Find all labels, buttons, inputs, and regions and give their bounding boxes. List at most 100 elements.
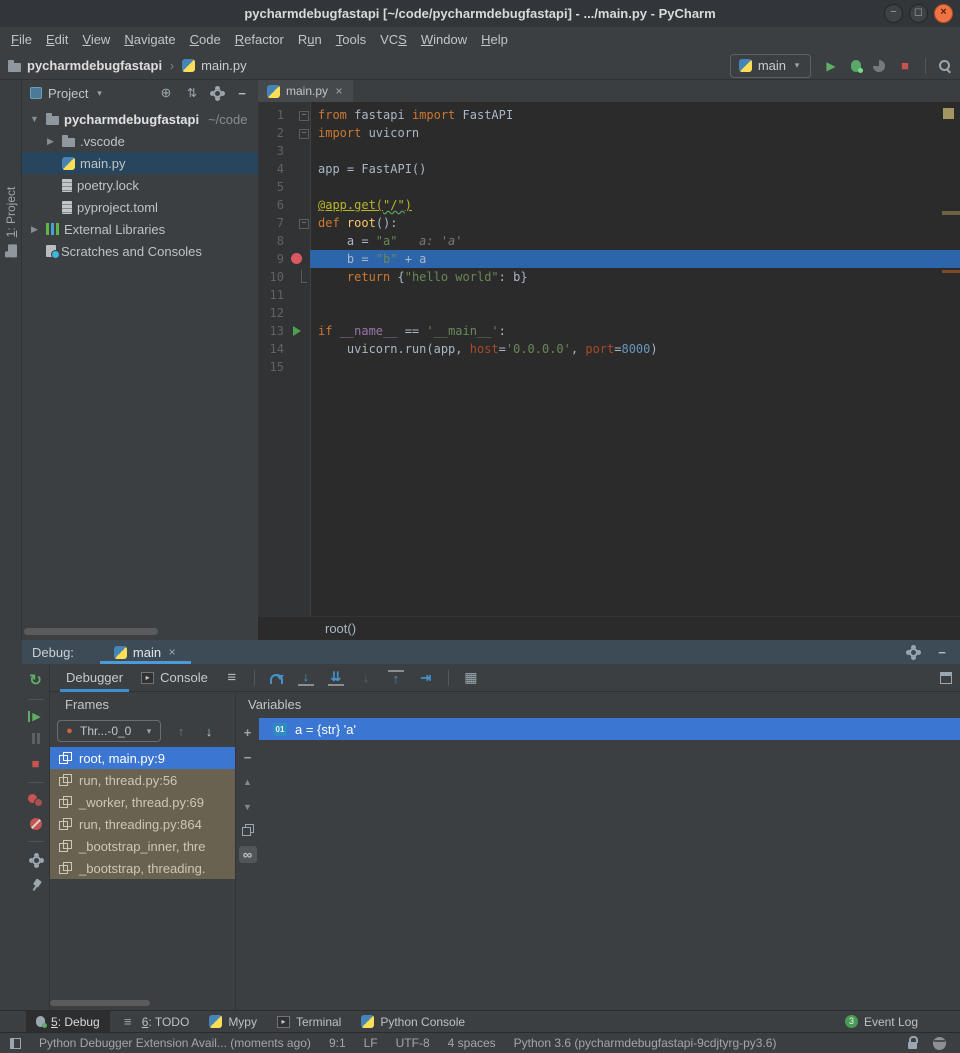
unlock-icon[interactable] [906,1036,918,1050]
remove-icon[interactable]: − [239,749,257,765]
interpreter[interactable]: Python 3.6 (pycharmdebugfastapi-9cdjtyrg… [514,1036,777,1050]
tree-expand-icon[interactable]: ▼ [28,114,41,124]
gutter-line-9[interactable]: 9 [258,250,310,268]
menu-item-edit[interactable]: Edit [39,27,75,52]
settings-icon[interactable] [29,853,43,867]
gutter-line-3[interactable]: 3 [258,142,310,160]
maximize-button[interactable]: ◻ [909,4,928,23]
frame-row[interactable]: run, threading.py:864 [50,813,235,835]
tree-item-external-libraries[interactable]: ▶External Libraries [22,218,258,240]
editor-breadcrumb[interactable]: root() [258,616,960,640]
settings-icon[interactable] [906,645,920,659]
code-line-10[interactable]: 10 return {"hello world": b} [258,268,960,286]
menu-item-vcs[interactable]: VCS [373,27,414,52]
code-line-7[interactable]: 7−def root(): [258,214,960,232]
tool-window-button-mypy[interactable]: Mypy [199,1011,267,1032]
frame-row[interactable]: run, thread.py:56 [50,769,235,791]
code-line-4[interactable]: 4app = FastAPI() [258,160,960,178]
frame-row[interactable]: _bootstrap, threading. [50,857,235,879]
stop-icon[interactable]: ■ [897,58,913,74]
tree-item-pyproject-toml[interactable]: pyproject.toml [22,196,258,218]
horizontal-scrollbar[interactable] [50,1000,150,1006]
gutter-line-4[interactable]: 4 [258,160,310,178]
menu-item-code[interactable]: Code [183,27,228,52]
breadcrumb-file[interactable]: main.py [201,58,247,73]
gutter-line-11[interactable]: 11 [258,286,310,304]
hector-inspections-icon[interactable] [933,1037,946,1050]
minimize-panel-icon[interactable]: − [234,85,250,101]
breakpoint-stripe-mark[interactable] [942,270,960,273]
gutter-line-10[interactable]: 10 [258,268,310,286]
code-line-11[interactable]: 11 [258,286,960,304]
step-out-icon[interactable]: ↑ [388,670,404,686]
duplicate-icon[interactable] [241,824,254,837]
frame-row[interactable]: root, main.py:9 [50,747,235,769]
toggle-tool-windows-icon[interactable] [10,1038,21,1049]
gutter-line-6[interactable]: 6 [258,196,310,214]
tree-item--vscode[interactable]: ▶.vscode [22,130,258,152]
tree-item-poetry-lock[interactable]: poetry.lock [22,174,258,196]
code-line-6[interactable]: 6@app.get("/") [258,196,960,214]
horizontal-scrollbar[interactable] [24,628,158,635]
resume-icon[interactable]: ▶ [28,711,44,722]
sidebar-button-project[interactable]: 1: Project [0,162,22,282]
search-icon[interactable] [938,59,952,73]
gutter-line-12[interactable]: 12 [258,304,310,322]
menu-item-file[interactable]: File [4,27,39,52]
file-encoding[interactable]: UTF-8 [396,1036,430,1050]
previous-frame-icon[interactable]: ↑ [173,723,189,739]
hamburger-icon[interactable]: ≡ [224,670,240,686]
frame-row[interactable]: _worker, thread.py:69 [50,791,235,813]
locate-icon[interactable]: ⊕ [158,85,174,101]
evaluate-icon[interactable]: ▦ [463,670,479,686]
tool-window-button-terminal[interactable]: Terminal [267,1011,351,1032]
stop-icon[interactable]: ■ [28,755,44,771]
coverage-icon[interactable] [873,60,885,72]
menu-item-view[interactable]: View [75,27,117,52]
gutter-line-14[interactable]: 14 [258,340,310,358]
code-line-9[interactable]: 9 b = "b" + a [258,250,960,268]
code-line-13[interactable]: 13if __name__ == '__main__': [258,322,960,340]
minimize-button[interactable]: − [884,4,903,23]
editor-tab-main-py[interactable]: main.py × [258,80,353,102]
pause-icon[interactable] [32,733,40,744]
step-into-my-code-icon[interactable]: ↓ [358,670,374,686]
tool-window-button-5-debug[interactable]: 5: Debug [26,1011,110,1032]
force-step-into-icon[interactable]: ⇊ [328,670,344,686]
variable-row[interactable]: 01a = {str} 'a' [259,718,960,740]
run-config-select[interactable]: main ▾ [730,54,811,78]
step-into-icon[interactable]: ↓ [298,670,314,686]
code-line-1[interactable]: 1−from fastapi import FastAPI [258,106,960,124]
gutter-line-2[interactable]: 2− [258,124,310,142]
menu-item-navigate[interactable]: Navigate [117,27,182,52]
tree-item-pycharmdebugfastapi[interactable]: ▼pycharmdebugfastapi~/code [22,108,258,130]
gutter-line-15[interactable]: 15 [258,358,310,376]
breadcrumb-project[interactable]: pycharmdebugfastapi [27,58,162,73]
next-frame-icon[interactable]: ↓ [201,723,217,739]
tool-window-button-6-todo[interactable]: ≡6: TODO [110,1011,200,1032]
debug-icon[interactable] [851,60,861,72]
warning-stripe-mark[interactable] [942,211,960,215]
step-over-icon[interactable] [269,672,284,683]
tree-expand-icon[interactable]: ▶ [28,224,41,235]
code-line-14[interactable]: 14 uvicorn.run(app, host='0.0.0.0', port… [258,340,960,358]
tree-item-main-py[interactable]: main.py [22,152,258,174]
add-icon[interactable]: + [239,724,257,740]
chevron-down-icon[interactable]: ▾ [94,85,104,101]
layout-icon[interactable] [940,672,952,684]
debug-tab-main[interactable]: main × [106,640,185,664]
menu-item-refactor[interactable]: Refactor [228,27,291,52]
menu-item-help[interactable]: Help [474,27,515,52]
code-line-5[interactable]: 5 [258,178,960,196]
thread-select[interactable]: ● Thr...-0_0 ▾ [57,720,161,742]
tree-item-scratches-and-consoles[interactable]: Scratches and Consoles [22,240,258,262]
debug-view-tab-debugger[interactable]: Debugger [64,670,125,685]
menu-item-tools[interactable]: Tools [329,27,373,52]
move-down-icon[interactable]: ▼ [239,799,257,815]
event-log-button[interactable]: 3 Event Log [845,1015,918,1029]
mute-breakpoints-icon[interactable] [30,818,42,830]
view-breakpoints-icon[interactable] [28,794,43,807]
pin-icon[interactable] [27,876,45,894]
move-up-icon[interactable]: ▲ [239,774,257,790]
run-icon[interactable]: ▶ [823,58,839,74]
